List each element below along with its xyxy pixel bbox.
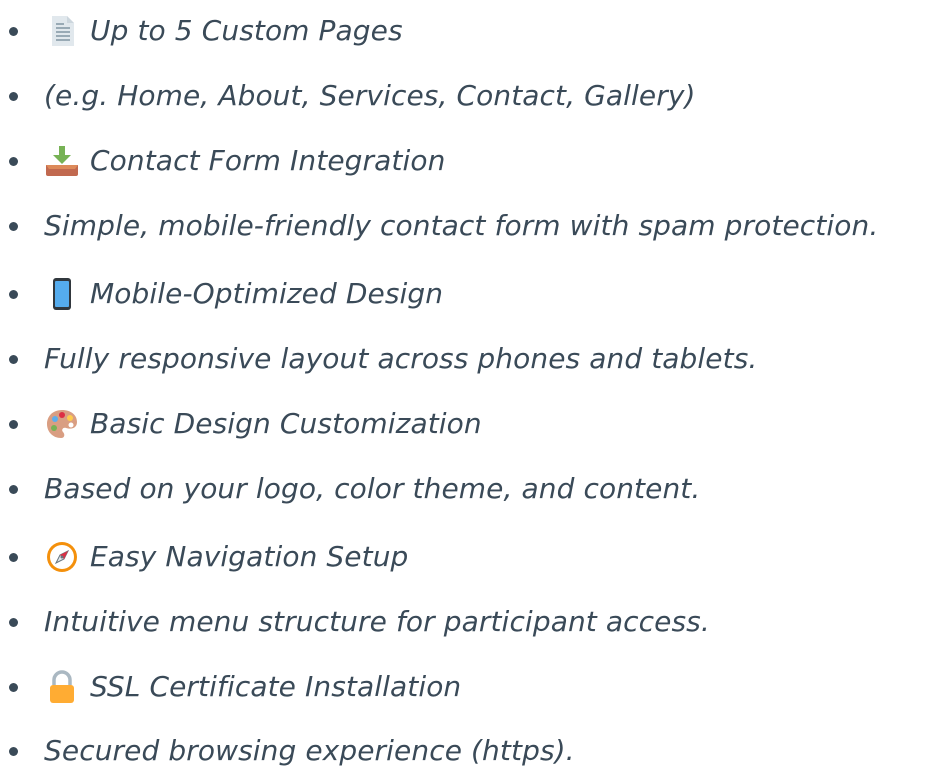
bullet — [9, 222, 18, 231]
inbox-download-icon — [44, 143, 80, 179]
mobile-phone-icon — [44, 276, 80, 312]
page-icon — [44, 13, 80, 49]
compass-icon — [44, 539, 80, 575]
feature-description: Based on your logo, color theme, and con… — [44, 472, 701, 505]
artist-palette-icon — [44, 406, 80, 442]
lock-icon — [44, 669, 80, 705]
feature-title: Easy Navigation Setup — [90, 540, 409, 573]
feature-description: (e.g. Home, About, Services, Contact, Ga… — [44, 79, 696, 112]
bullet — [9, 747, 18, 756]
bullet — [9, 92, 18, 101]
bullet — [9, 290, 18, 299]
bullet — [9, 355, 18, 364]
feature-description: Simple, mobile-friendly contact form wit… — [44, 209, 879, 242]
feature-title: Contact Form Integration — [90, 144, 446, 177]
feature-description: Fully responsive layout across phones an… — [44, 342, 758, 375]
bullet — [9, 553, 18, 562]
bullet — [9, 618, 18, 627]
feature-description: Secured browsing experience (https). — [44, 734, 575, 767]
feature-title: Up to 5 Custom Pages — [90, 14, 403, 47]
feature-title: Mobile-Optimized Design — [90, 277, 444, 310]
feature-title: Basic Design Customization — [90, 407, 482, 440]
bullet — [9, 683, 18, 692]
bullet — [9, 485, 18, 494]
feature-title: SSL Certificate Installation — [90, 670, 462, 703]
bullet — [9, 157, 18, 166]
bullet — [9, 420, 18, 429]
bullet — [9, 27, 18, 36]
feature-description: Intuitive menu structure for participant… — [44, 605, 710, 638]
